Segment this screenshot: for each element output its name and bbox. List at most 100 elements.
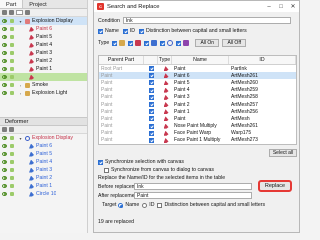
id-checkbox[interactable] bbox=[122, 28, 128, 34]
before-input[interactable]: Ink bbox=[134, 183, 252, 190]
row-checkbox[interactable] bbox=[148, 80, 154, 86]
table-row[interactable]: Paint Nose Paint Multiply ArtMesh261 bbox=[99, 123, 296, 130]
eye-icon[interactable] bbox=[2, 35, 7, 39]
expand-chevron-icon[interactable]: ▾ bbox=[18, 19, 23, 24]
tree-row[interactable]: Paint 5 bbox=[0, 33, 87, 41]
tree-row[interactable]: Paint 3 bbox=[0, 166, 87, 174]
name-cell[interactable]: Paint 6 bbox=[172, 72, 229, 79]
col-name[interactable]: Name bbox=[172, 56, 229, 64]
new-part-icon[interactable] bbox=[2, 10, 7, 15]
row-checkbox[interactable] bbox=[148, 116, 154, 122]
row-checkbox[interactable] bbox=[148, 137, 154, 143]
id-cell[interactable]: ArtMesh257 bbox=[229, 101, 296, 108]
delete-icon[interactable] bbox=[9, 127, 14, 132]
case-checkbox[interactable] bbox=[139, 28, 145, 34]
all-off-button[interactable]: All Off bbox=[222, 39, 247, 47]
eye-icon[interactable] bbox=[2, 176, 7, 180]
sync-dialog-checkbox[interactable] bbox=[104, 167, 109, 173]
tree-row[interactable]: Paint 6 bbox=[0, 25, 87, 33]
options-icon[interactable] bbox=[25, 10, 30, 15]
lock-icon[interactable] bbox=[10, 176, 14, 180]
all-on-button[interactable]: All On bbox=[195, 39, 220, 47]
tree-row[interactable]: Paint 1 bbox=[0, 182, 87, 190]
id-cell[interactable]: ArtMesh bbox=[229, 115, 296, 122]
name-checkbox[interactable] bbox=[98, 28, 103, 34]
minimize-icon[interactable]: – bbox=[263, 4, 275, 10]
tab-part[interactable]: Part bbox=[0, 0, 24, 8]
lock-icon[interactable] bbox=[10, 75, 14, 79]
name-cell[interactable]: Nose Paint Multiply bbox=[172, 123, 229, 130]
tree-row[interactable]: Circle 10 bbox=[0, 190, 87, 198]
row-checkbox[interactable] bbox=[148, 66, 154, 72]
tree-row[interactable]: ▾ Explosion Display bbox=[0, 17, 87, 25]
name-cell[interactable]: Paint bbox=[172, 65, 229, 72]
target-id-radio[interactable] bbox=[142, 202, 148, 208]
after-input[interactable]: Paint bbox=[134, 192, 252, 199]
id-cell[interactable] bbox=[229, 144, 296, 145]
id-cell[interactable]: PartInk bbox=[229, 65, 296, 72]
target-case-checkbox[interactable] bbox=[157, 202, 163, 208]
table-row[interactable]: Paint Face Paint Warp Warp175 bbox=[99, 130, 296, 137]
tree-row[interactable] bbox=[0, 73, 87, 81]
lock-icon[interactable] bbox=[10, 91, 14, 95]
table-row[interactable]: Paint Paint 3 ArtMesh258 bbox=[99, 94, 296, 101]
eye-icon[interactable] bbox=[2, 152, 7, 156]
lock-icon[interactable] bbox=[10, 43, 14, 47]
name-cell[interactable]: Paint 2 bbox=[172, 101, 229, 108]
eye-icon[interactable] bbox=[2, 91, 7, 95]
tab-project[interactable]: Project bbox=[23, 0, 52, 8]
lock-icon[interactable] bbox=[10, 59, 14, 63]
eye-icon[interactable] bbox=[2, 43, 7, 47]
tree-row[interactable]: Paint 6 bbox=[0, 142, 87, 150]
expand-chevron-icon[interactable]: ▾ bbox=[18, 136, 23, 141]
id-cell[interactable]: ArtMesh260 bbox=[229, 79, 296, 86]
tree-row[interactable]: Paint 1 bbox=[0, 65, 87, 73]
expand-chevron-icon[interactable]: › bbox=[18, 91, 23, 96]
replace-button[interactable]: Replace bbox=[258, 180, 292, 192]
eye-icon[interactable] bbox=[2, 59, 7, 63]
table-row[interactable]: Paint Paint ArtMesh bbox=[99, 115, 296, 122]
new-folder-icon[interactable] bbox=[9, 10, 14, 15]
eye-icon[interactable] bbox=[2, 83, 7, 87]
lock-icon[interactable] bbox=[10, 35, 14, 39]
row-checkbox[interactable] bbox=[148, 87, 154, 93]
filter-select[interactable] bbox=[16, 10, 23, 15]
select-all-button[interactable]: Select all bbox=[269, 149, 297, 157]
eye-icon[interactable] bbox=[2, 19, 7, 23]
lock-icon[interactable] bbox=[10, 192, 14, 196]
sync-canvas-checkbox[interactable] bbox=[98, 159, 103, 165]
table-row[interactable]: Paint Paint 4 ArtMesh259 bbox=[99, 87, 296, 94]
table-row[interactable]: Paint Paint 2 ArtMesh257 bbox=[99, 101, 296, 108]
eye-icon[interactable] bbox=[2, 136, 7, 140]
eye-icon[interactable] bbox=[2, 75, 7, 79]
lock-icon[interactable] bbox=[10, 144, 14, 148]
tree-row[interactable]: Paint 3 bbox=[0, 49, 87, 57]
col-id[interactable]: ID bbox=[229, 56, 296, 64]
name-cell[interactable] bbox=[172, 144, 229, 145]
type-rotation-checkbox[interactable] bbox=[160, 40, 166, 46]
maximize-icon[interactable]: □ bbox=[275, 4, 287, 10]
col-type[interactable]: Type bbox=[158, 56, 172, 64]
table-row[interactable]: Paint Paint 5 ArtMesh260 bbox=[99, 79, 296, 86]
id-cell[interactable]: Warp175 bbox=[229, 130, 296, 137]
lock-icon[interactable] bbox=[10, 136, 14, 140]
lock-icon[interactable] bbox=[10, 19, 14, 23]
table-row[interactable]: Paint bbox=[99, 144, 296, 145]
name-cell[interactable]: Face Paint 1 Multiply bbox=[172, 137, 229, 144]
condition-input[interactable]: Ink bbox=[122, 17, 291, 24]
name-cell[interactable]: Paint 5 bbox=[172, 79, 229, 86]
col-parent-part[interactable]: Parent Part bbox=[99, 56, 144, 64]
id-cell[interactable]: ArtMesh273 bbox=[229, 137, 296, 144]
tree-row[interactable]: › Smoke bbox=[0, 81, 87, 89]
tree-row[interactable]: Paint 5 bbox=[0, 150, 87, 158]
eye-icon[interactable] bbox=[2, 160, 7, 164]
lock-icon[interactable] bbox=[10, 184, 14, 188]
tree-row[interactable]: Paint 4 bbox=[0, 41, 87, 49]
eye-icon[interactable] bbox=[2, 67, 7, 71]
lock-icon[interactable] bbox=[10, 51, 14, 55]
eye-icon[interactable] bbox=[2, 27, 7, 31]
lock-icon[interactable] bbox=[10, 152, 14, 156]
type-warp-checkbox[interactable] bbox=[144, 40, 150, 46]
new-deformer-icon[interactable] bbox=[2, 127, 7, 132]
expand-chevron-icon[interactable]: › bbox=[18, 83, 23, 88]
